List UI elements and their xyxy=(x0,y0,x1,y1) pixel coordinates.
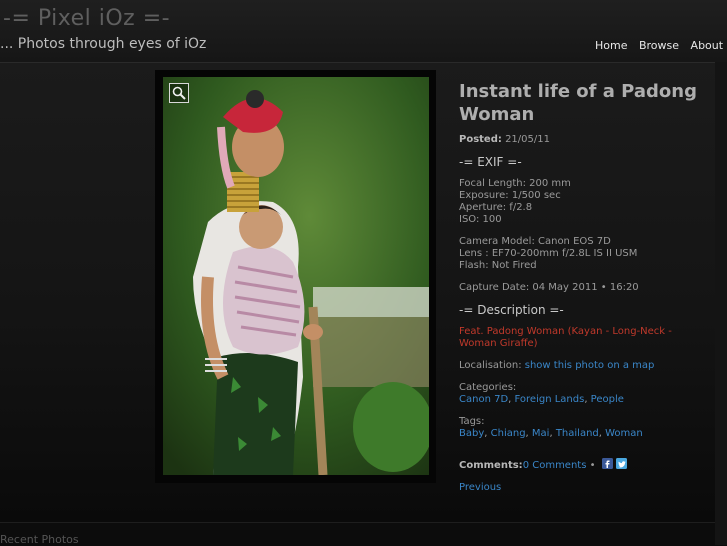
tag-link[interactable]: Chiang xyxy=(491,428,526,439)
exif-focal-length: Focal Length: 200 mm xyxy=(459,178,571,189)
tags-label: Tags: xyxy=(459,416,485,427)
previous-link[interactable]: Previous xyxy=(459,482,709,494)
localisation-label: Localisation: xyxy=(459,360,525,371)
facebook-icon[interactable] xyxy=(601,458,613,469)
comments-separator: • xyxy=(586,460,599,471)
map-link[interactable]: show this photo on a map xyxy=(525,360,655,371)
post-title: Instant life of a Padong Woman xyxy=(459,81,697,125)
section-divider xyxy=(0,522,715,523)
category-link[interactable]: People xyxy=(591,394,624,405)
category-link[interactable]: Canon 7D xyxy=(459,394,508,405)
tag-link[interactable]: Mai xyxy=(532,428,550,439)
nav-browse[interactable]: Browse xyxy=(639,39,679,52)
description-heading: -= Description =- xyxy=(459,303,564,317)
site-tagline: ... Photos through eyes of iOz xyxy=(0,36,207,52)
recent-photos-heading: Recent Photos xyxy=(0,533,79,546)
exif-iso: ISO: 100 xyxy=(459,214,502,225)
twitter-icon[interactable] xyxy=(615,458,627,469)
site-header: -= Pixel iOz =- ... Photos through eyes … xyxy=(0,0,727,63)
exif-heading: -= EXIF =- xyxy=(459,155,522,169)
category-link[interactable]: Foreign Lands xyxy=(515,394,585,405)
nav-about[interactable]: About xyxy=(691,39,724,52)
categories-label: Categories: xyxy=(459,382,517,393)
lens: Lens : EF70-200mm f/2.8L IS II USM xyxy=(459,248,638,259)
exif-aperture: Aperture: f/2.8 xyxy=(459,202,533,213)
main-nav: Home Browse About R xyxy=(595,39,727,52)
camera-model: Camera Model: Canon EOS 7D xyxy=(459,236,611,247)
tag-link[interactable]: Baby xyxy=(459,428,484,439)
tag-link[interactable]: Thailand xyxy=(556,428,599,439)
tag-link[interactable]: Woman xyxy=(605,428,643,439)
capture-date: Capture Date: 04 May 2011 • 16:20 xyxy=(459,282,639,293)
comments-label: Comments: xyxy=(459,460,523,471)
site-title[interactable]: -= Pixel iOz =- xyxy=(3,6,170,31)
description-text: Feat. Padong Woman (Kayan - Long-Neck - … xyxy=(459,326,672,349)
posted-date: 21/05/11 xyxy=(505,134,550,145)
exif-exposure: Exposure: 1/500 sec xyxy=(459,190,561,201)
nav-home[interactable]: Home xyxy=(595,39,627,52)
zoom-button[interactable] xyxy=(169,83,189,103)
photo-info-panel: Instant life of a Padong Woman Posted: 2… xyxy=(459,80,709,494)
posted-label: Posted: xyxy=(459,134,502,145)
comments-link[interactable]: 0 Comments xyxy=(523,460,587,471)
main-photo[interactable] xyxy=(163,77,429,475)
flash: Flash: Not Fired xyxy=(459,260,537,271)
magnifier-icon xyxy=(172,86,186,100)
page-scrollbar[interactable] xyxy=(715,62,727,545)
photo-image xyxy=(163,77,429,475)
